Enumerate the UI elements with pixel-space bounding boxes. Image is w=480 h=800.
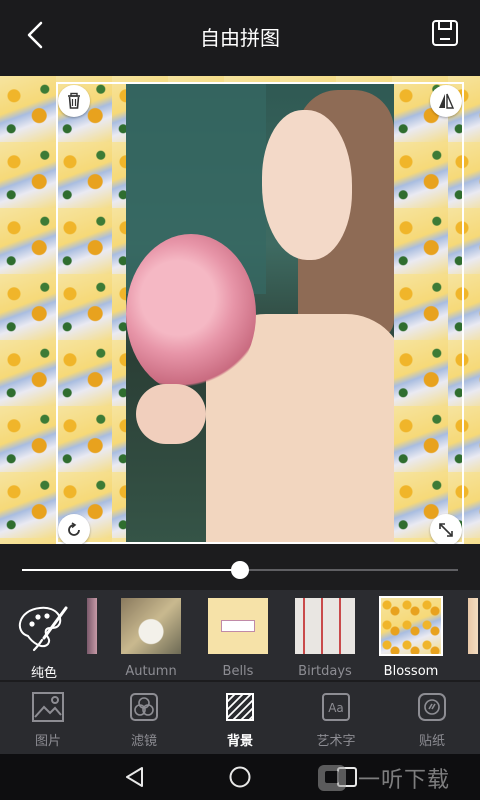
thumb-label: Bells [222, 664, 254, 679]
trash-icon [68, 92, 80, 109]
selection-frame [56, 82, 464, 544]
watermark-logo-icon [318, 765, 346, 791]
text-art-icon: Aa [322, 693, 350, 721]
tool-label: 贴纸 [418, 734, 445, 749]
thumb-partial-right [468, 598, 478, 654]
tool-filter[interactable]: 滤镜 [96, 682, 192, 754]
background-thumb-bells[interactable]: Bells [208, 598, 268, 679]
image-icon [32, 692, 64, 722]
sticker-icon [418, 693, 446, 721]
system-nav-bar: 一听下载 [0, 754, 480, 800]
tool-label: 背景 [226, 734, 253, 749]
flip-icon [439, 93, 455, 109]
triangle-back-icon [126, 767, 143, 787]
blossom-thumb-image [379, 596, 443, 656]
resize-handle[interactable] [430, 514, 462, 544]
thumb-partial-left [87, 598, 97, 654]
svg-text:Aa: Aa [328, 701, 344, 715]
background-icon [226, 693, 254, 721]
tool-sticker[interactable]: 贴纸 [384, 682, 480, 754]
rotate-icon [68, 522, 80, 536]
top-bar: 自由拼图 [0, 0, 480, 70]
tool-image[interactable]: 图片 [0, 682, 96, 754]
circle-home-icon [229, 766, 251, 788]
tool-label: 滤镜 [130, 734, 157, 749]
save-icon [432, 20, 458, 46]
birtdays-thumb-image [295, 598, 355, 654]
watermark-text: 一听下载 [358, 768, 451, 793]
bells-thumb-image [208, 598, 268, 654]
watermark: 一听下载 [316, 762, 466, 794]
filter-icon [130, 693, 158, 721]
save-button[interactable] [430, 18, 460, 48]
flip-handle[interactable] [430, 85, 462, 117]
thumb-label: Birtdays [298, 664, 352, 679]
background-options[interactable]: 纯色 Autumn Bells Birtdays Blossom [0, 590, 480, 681]
background-thumb-birtdays[interactable]: Birtdays [295, 598, 355, 679]
border-slider[interactable] [0, 546, 480, 590]
tool-label: 艺术字 [316, 734, 356, 749]
nav-back-button[interactable] [122, 764, 148, 790]
tool-label: 图片 [34, 734, 61, 749]
bottom-toolbar: 图片 滤镜 背景 Aa 艺术字 贴纸 [0, 682, 480, 754]
background-thumb-autumn[interactable]: Autumn [121, 598, 181, 679]
background-thumb-blossom[interactable]: Blossom [379, 596, 443, 679]
slider-fill [22, 569, 240, 571]
solid-color-button[interactable]: 纯色 [8, 598, 80, 681]
page-title: 自由拼图 [200, 26, 280, 50]
thumb-label: Blossom [383, 664, 439, 679]
solid-color-label: 纯色 [30, 666, 57, 681]
delete-handle[interactable] [58, 85, 90, 117]
palette-icon [18, 606, 68, 652]
tool-text-art[interactable]: Aa 艺术字 [288, 682, 384, 754]
slider-thumb[interactable] [231, 561, 249, 579]
collage-canvas[interactable] [0, 76, 480, 544]
nav-home-button[interactable] [227, 764, 253, 790]
rotate-handle[interactable] [58, 514, 90, 544]
autumn-thumb-image [121, 598, 181, 654]
tool-background[interactable]: 背景 [192, 682, 288, 754]
resize-icon [439, 523, 453, 537]
thumb-label: Autumn [125, 664, 177, 679]
